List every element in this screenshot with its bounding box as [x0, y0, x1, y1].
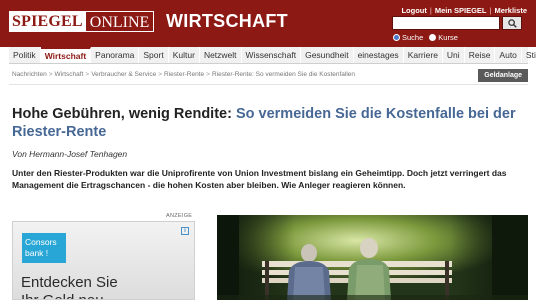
elderly-couple-on-bench-image [217, 215, 528, 300]
nav-item-wirtschaft[interactable]: Wirtschaft [40, 47, 92, 63]
headline-kicker: Hohe Gebühren, wenig Rendite: [12, 106, 232, 122]
nav-item-gesundheit[interactable]: Gesundheit [301, 47, 354, 63]
search-options: Suche Kurse [393, 33, 458, 42]
nav-item-stil[interactable]: Stil [522, 47, 536, 63]
breadcrumb-separator: > [85, 71, 90, 78]
ad-label: ANZEIGE [166, 213, 193, 219]
search-button[interactable] [502, 16, 522, 30]
breadcrumb-bar: Nachrichten > Wirtschaft > Verbraucher &… [9, 64, 528, 85]
masthead: SPIEGEL ONLINE WIRTSCHAFT Logout | Mein … [0, 0, 536, 47]
nav-item-kultur[interactable]: Kultur [169, 47, 200, 63]
breadcrumb-separator: > [158, 71, 163, 78]
breadcrumb-current: Riester-Rente: So vermeiden Sie die Kost… [211, 71, 356, 78]
advertisement[interactable]: Consors bank ! i Entdecken Sie Ihr Geld … [12, 221, 195, 300]
breadcrumb-item[interactable]: Nachrichten [12, 71, 47, 78]
geldanlage-button[interactable]: Geldanlage [478, 69, 528, 82]
nav-item-einestages[interactable]: einestages [354, 47, 404, 63]
main-navigation: Politik Wirtschaft Panorama Sport Kultur… [9, 47, 536, 64]
ad-brand-line2: bank ! [25, 248, 49, 258]
search-input[interactable] [392, 16, 500, 30]
spiegel-online-logo[interactable]: SPIEGEL ONLINE [9, 11, 155, 32]
search-option-kurse[interactable]: Kurse [429, 33, 458, 42]
nav-item-wissenschaft[interactable]: Wissenschaft [242, 47, 302, 63]
article-photo[interactable] [217, 215, 528, 300]
nav-item-sport[interactable]: Sport [139, 47, 169, 63]
article-author: Von Hermann-Josef Tenhagen [12, 149, 128, 159]
nav-item-auto[interactable]: Auto [495, 47, 522, 63]
ressort-title[interactable]: WIRTSCHAFT [166, 11, 288, 32]
logo-spiegel: SPIEGEL [9, 11, 86, 32]
article-headline: Hohe Gebühren, wenig Rendite: So vermeid… [12, 105, 528, 141]
service-links: Logout | Mein SPIEGEL | Merkliste [401, 6, 527, 15]
nav-item-karriere[interactable]: Karriere [404, 47, 443, 63]
breadcrumb-separator: > [48, 71, 53, 78]
nav-item-reise[interactable]: Reise [465, 47, 496, 63]
breadcrumb-item[interactable]: Verbraucher & Service [91, 71, 156, 78]
consorsbank-logo[interactable]: Consors bank ! [22, 233, 66, 263]
search-option-suche[interactable]: Suche [393, 33, 423, 42]
mein-spiegel-link[interactable]: Mein SPIEGEL [435, 6, 487, 15]
breadcrumb-item[interactable]: Wirtschaft [54, 71, 83, 78]
nav-item-politik[interactable]: Politik [9, 47, 41, 63]
logout-link[interactable]: Logout [401, 6, 426, 15]
nav-item-panorama[interactable]: Panorama [91, 47, 140, 63]
radio-icon [429, 34, 437, 41]
logo-online: ONLINE [85, 11, 155, 32]
ad-headline: Entdecken Sie [21, 274, 118, 291]
breadcrumb: Nachrichten > Wirtschaft > Verbraucher &… [12, 71, 355, 78]
ad-choices-icon[interactable]: i [181, 227, 189, 235]
ad-brand-line1: Consors [25, 237, 57, 247]
nav-item-netzwelt[interactable]: Netzwelt [200, 47, 242, 63]
nav-item-uni[interactable]: Uni [443, 47, 465, 63]
service-separator: | [489, 6, 492, 15]
breadcrumb-separator: > [206, 71, 210, 78]
article-lead: Unter den Riester-Produkten war die Unip… [12, 168, 507, 190]
ad-headline-cutoff: Ihr Geld neu [21, 292, 104, 299]
search-icon [507, 18, 517, 28]
service-separator: | [429, 6, 432, 15]
merkliste-link[interactable]: Merkliste [494, 6, 527, 15]
radio-selected-icon [393, 34, 400, 41]
breadcrumb-item[interactable]: Riester-Rente [164, 71, 204, 78]
